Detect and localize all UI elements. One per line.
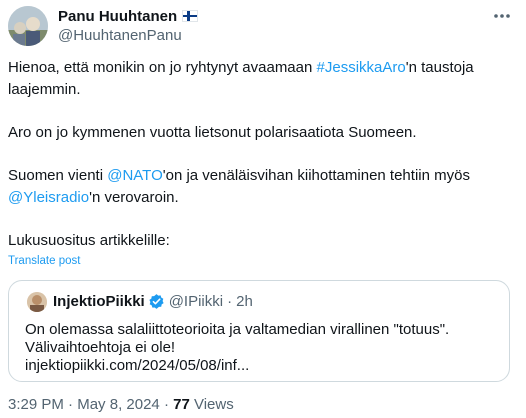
verified-badge-icon (148, 293, 165, 310)
views-count[interactable]: 77 (173, 396, 190, 413)
tweet-line-6: Lukusuositus artikkelille: (8, 232, 170, 249)
quote-text: On olemassa salaliittoteorioita ja valta… (25, 321, 449, 375)
author-handle[interactable]: @HuuhtanenPanu (58, 27, 182, 44)
quote-separator: · (227, 293, 233, 310)
hashtag-link[interactable]: #JessikkaAro (317, 59, 406, 76)
more-options-icon[interactable] (490, 6, 514, 26)
quote-time[interactable]: 2h (236, 293, 253, 310)
author-avatar[interactable] (8, 6, 48, 46)
meta-separator: · (68, 396, 74, 413)
tweet-text: 'n verovaroin. (89, 189, 179, 206)
tweet-text: 'n taustoja (405, 59, 474, 76)
tweet-text: Suomen vienti (8, 167, 108, 184)
author-name[interactable]: Panu Huuhtanen (58, 8, 177, 25)
quote-line-3: injektiopiikki.com/2024/05/08/inf... (25, 357, 250, 374)
post-time[interactable]: 3:29 PM (8, 396, 64, 413)
tweet-line-2: laajemmin. (8, 81, 81, 98)
mention-link[interactable]: @Yleisradio (8, 189, 89, 206)
author-name-row: Panu Huuhtanen (58, 7, 199, 25)
views-label: Views (193, 396, 234, 413)
post-meta: 3:29 PM · May 8, 2024 · 77 Views (8, 396, 234, 413)
tweet-text: Hienoa, että monikin on jo ryhtynyt avaa… (8, 59, 317, 76)
tweet-card: Panu Huuhtanen @HuuhtanenPanu Hienoa, et… (0, 0, 526, 418)
finland-flag-icon (182, 10, 199, 22)
quote-author-name[interactable]: InjektioPiikki (53, 293, 145, 310)
tweet-line-4: Suomen vienti @NATO'on ja venäläisvihan … (8, 166, 470, 186)
quote-line-1: On olemassa salaliittoteorioita ja valta… (25, 321, 450, 338)
meta-separator: · (163, 396, 169, 413)
tweet-line-3: Aro on jo kymmenen vuotta lietsonut pola… (8, 124, 417, 141)
translate-post-link[interactable]: Translate post (8, 255, 80, 267)
tweet-line-5: @Yleisradio'n verovaroin. (8, 188, 179, 208)
tweet-line-1: Hienoa, että monikin on jo ryhtynyt avaa… (8, 58, 474, 78)
quote-line-2: Välivaihtoehtoja ei ole! (25, 339, 176, 356)
quoted-tweet[interactable]: InjektioPiikki @IPiikki · 2h On olemassa… (8, 280, 510, 382)
mention-link[interactable]: @NATO (107, 167, 163, 184)
tweet-text: 'on ja venäläisvihan kiihottaminen tehti… (162, 167, 470, 184)
quote-author-avatar[interactable] (27, 292, 47, 312)
post-date[interactable]: May 8, 2024 (77, 396, 160, 413)
quote-header: InjektioPiikki @IPiikki · 2h (53, 293, 253, 310)
quote-handle[interactable]: @IPiikki (169, 293, 223, 310)
